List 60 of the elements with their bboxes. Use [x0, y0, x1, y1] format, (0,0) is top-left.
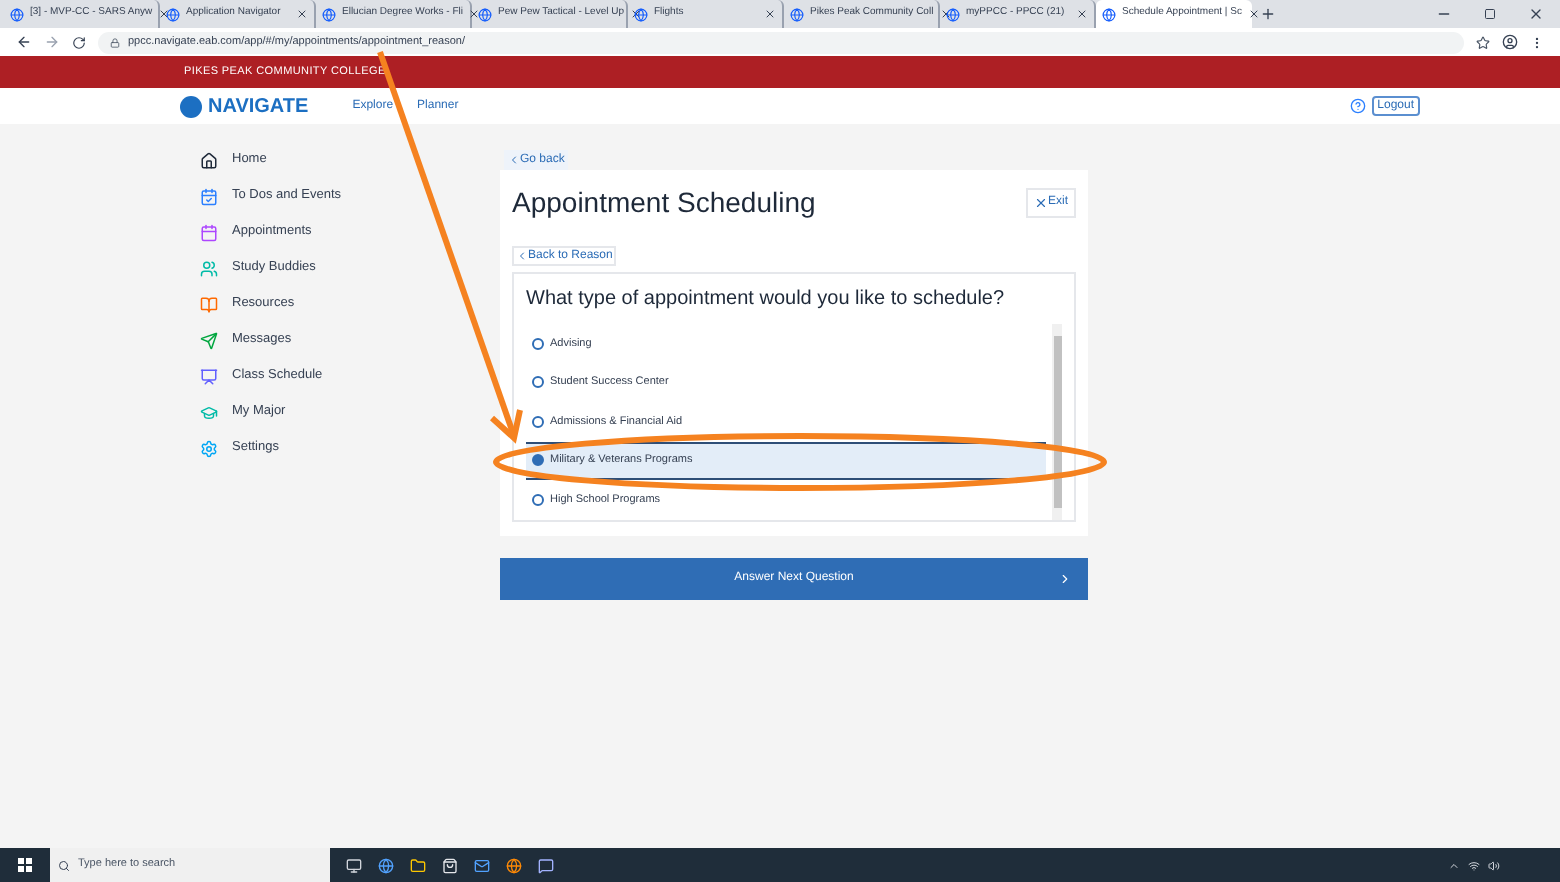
todo-icon [200, 187, 218, 205]
close-icon[interactable] [1247, 8, 1260, 20]
help-icon[interactable] [1349, 98, 1366, 114]
logo-icon [180, 95, 202, 117]
task-view-icon[interactable] [346, 857, 362, 873]
star-icon[interactable] [1476, 35, 1490, 49]
radio-button[interactable] [532, 337, 544, 350]
people-icon [200, 259, 218, 277]
site-icon [790, 7, 804, 21]
tray-icon[interactable] [1448, 859, 1460, 871]
book-icon [200, 295, 218, 313]
site-icon [322, 7, 336, 21]
volume-icon[interactable] [1488, 859, 1500, 871]
close-icon[interactable] [630, 8, 642, 20]
cap-icon [200, 403, 218, 421]
site-icon [166, 7, 180, 21]
lock-icon [110, 37, 120, 47]
close-icon[interactable] [1076, 8, 1088, 20]
store-icon[interactable] [442, 857, 458, 873]
back-icon[interactable] [16, 34, 32, 50]
radio-button[interactable] [532, 454, 544, 467]
page-title: Appointment Scheduling [512, 184, 816, 222]
radio-button[interactable] [532, 376, 544, 389]
folder-icon[interactable] [410, 857, 426, 873]
maximize-icon[interactable] [1484, 8, 1496, 20]
question-text: What type of appointment would you like to schedule? [526, 286, 1007, 314]
chevron-icon [508, 154, 520, 166]
network-icon[interactable] [1468, 859, 1480, 871]
close-icon[interactable] [158, 8, 171, 20]
close-icon[interactable] [939, 8, 952, 20]
site-icon [478, 7, 492, 21]
search-icon [58, 859, 70, 871]
profile-icon[interactable] [1502, 34, 1518, 50]
send-icon [200, 331, 218, 349]
close-icon [1033, 196, 1048, 210]
close-icon[interactable] [468, 8, 481, 20]
chevron-icon [1058, 572, 1072, 586]
site-icon [946, 7, 960, 21]
radio-button[interactable] [532, 415, 544, 428]
close-icon[interactable] [296, 8, 308, 20]
start-icon[interactable] [18, 858, 32, 872]
site-icon [1102, 7, 1116, 21]
chevron-icon [516, 250, 528, 262]
logo-text[interactable]: NAVIGATE [208, 91, 309, 121]
close-icon[interactable] [764, 8, 776, 20]
close-icon[interactable] [1528, 6, 1544, 22]
site-icon [10, 7, 24, 21]
browser-icon[interactable] [378, 857, 394, 873]
calendar-icon [200, 223, 218, 241]
schedule-icon [200, 367, 218, 385]
radio-button[interactable] [532, 493, 544, 506]
reload-icon[interactable] [72, 35, 86, 49]
menu-icon[interactable] [1530, 35, 1544, 49]
new-tab-icon[interactable] [1260, 6, 1276, 22]
mail-icon[interactable] [474, 857, 490, 873]
site-icon [634, 7, 648, 21]
chat-icon[interactable] [538, 857, 554, 873]
gear-icon [200, 439, 218, 457]
home-icon [200, 151, 218, 169]
scrollbar[interactable] [1052, 324, 1062, 519]
